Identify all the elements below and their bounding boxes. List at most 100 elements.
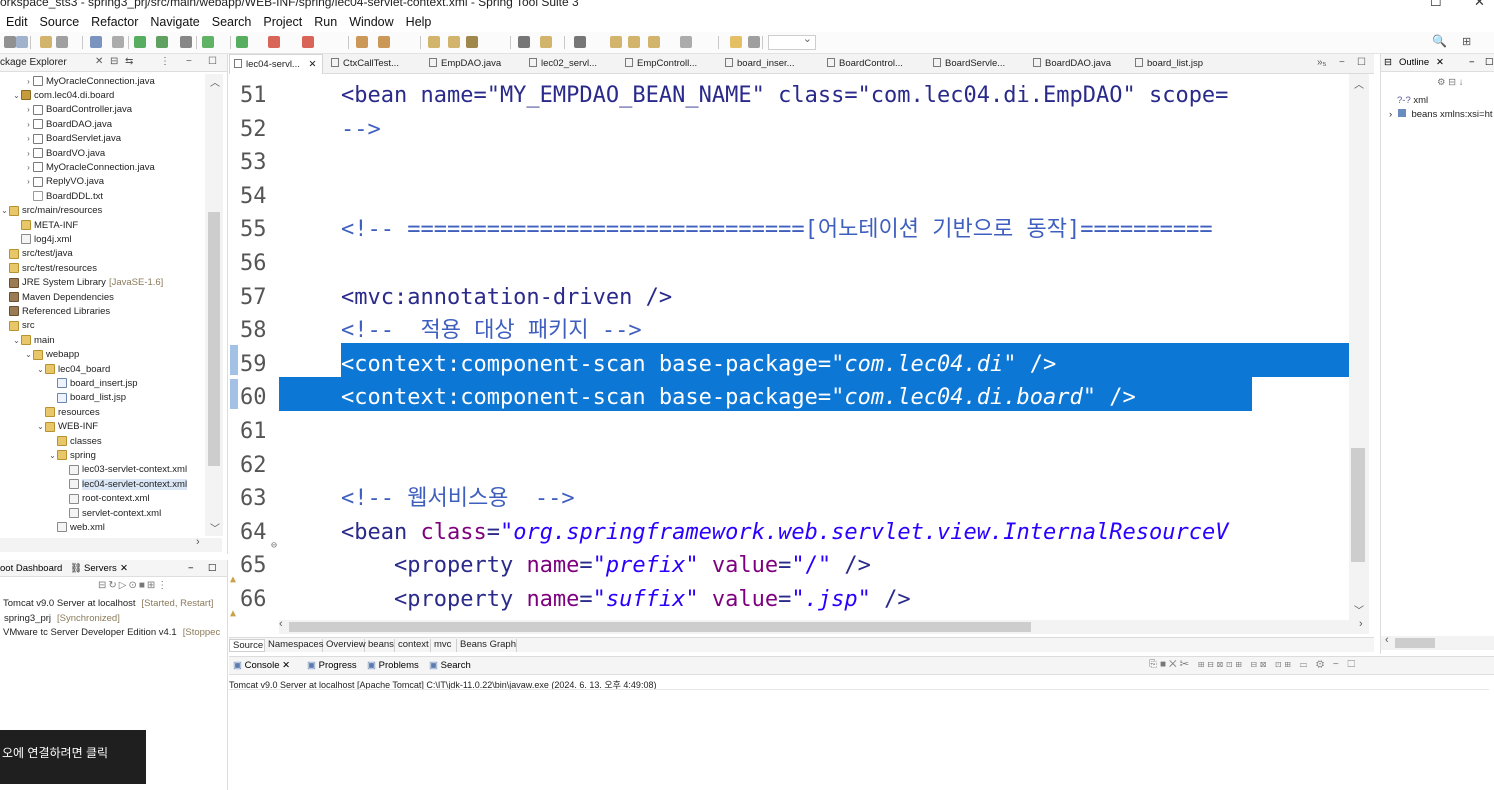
edit-icon[interactable] <box>574 36 586 48</box>
tree-item[interactable]: ⌄ webapp <box>24 348 79 362</box>
package-explorer-vertical-scrollbar[interactable]: ︿ ﹀ <box>205 74 223 536</box>
chevron-down-icon[interactable]: ⌄ <box>48 451 57 460</box>
chevron-down-icon[interactable]: ⌄ <box>36 365 45 374</box>
maximize-view-icon[interactable]: ☐ <box>1357 57 1366 68</box>
tree-item[interactable]: root-context.xml <box>60 492 150 506</box>
editor-tab[interactable]: BoardControl... <box>823 54 919 74</box>
tree-item[interactable]: BoardDDL.txt <box>24 189 103 203</box>
editor-tab[interactable]: lec04-servl... ✕ <box>229 54 323 74</box>
code-line[interactable]: <!-- 웹서비스용 --> <box>341 482 575 516</box>
folder-icon[interactable] <box>40 36 52 48</box>
tab-search[interactable]: ▣ Search <box>429 660 471 671</box>
code-line[interactable]: --> <box>341 113 381 147</box>
editor-tab[interactable]: EmpControll... <box>621 54 717 74</box>
tree-item[interactable]: ⌄ spring <box>48 448 96 462</box>
tab-boot-dashboard[interactable]: oot Dashboard <box>0 563 62 574</box>
tab-problems[interactable]: ▣ Problems <box>367 660 419 671</box>
tree-item[interactable]: log4j.xml <box>12 232 72 246</box>
tree-item[interactable]: ⌄ src/main/resources <box>0 204 102 218</box>
tree-item[interactable]: › MyOracleConnection.java <box>24 74 155 88</box>
menu-run[interactable]: Run <box>314 15 337 29</box>
pin-icon[interactable] <box>730 36 742 48</box>
close-view-icon[interactable]: ✕ <box>279 660 290 671</box>
tab-outline[interactable]: Outline <box>1399 57 1429 68</box>
editor-page-tab[interactable]: Namespaces <box>265 639 323 652</box>
tree-item[interactable]: META-INF <box>12 218 78 232</box>
editor-tab[interactable]: BoardDAO.java <box>1029 54 1125 74</box>
scroll-right-icon[interactable]: › <box>196 536 200 548</box>
nav-back-icon[interactable] <box>648 36 660 48</box>
toggle-icon[interactable] <box>112 36 124 48</box>
tab-console[interactable]: ▣ Console ✕ <box>233 660 290 671</box>
back-icon[interactable] <box>610 36 622 48</box>
tree-item[interactable]: › BoardDAO.java <box>24 117 112 131</box>
editor-page-tab[interactable]: mvc <box>431 639 457 652</box>
scroll-up-icon[interactable]: ︿ <box>210 74 220 89</box>
menu-window[interactable]: Window <box>349 15 393 29</box>
chevron-down-icon[interactable]: ⌄ <box>36 422 45 431</box>
menu-project[interactable]: Project <box>263 15 302 29</box>
outline-item-beans[interactable]: › beans xmlns:xsi=ht <box>1389 109 1493 120</box>
scroll-up-icon[interactable]: ︿ <box>1354 76 1364 91</box>
chevron-right-icon[interactable]: › <box>24 149 33 158</box>
open-type-icon[interactable] <box>428 36 440 48</box>
outline-horizontal-scrollbar[interactable]: ‹ <box>1381 634 1494 650</box>
tree-item[interactable]: ⌄ com.lec04.di.board <box>12 88 114 102</box>
editor-tab[interactable]: BoardServle... <box>929 54 1025 74</box>
next-icon[interactable] <box>540 36 552 48</box>
tree-item[interactable]: ⌄ main <box>12 333 54 347</box>
editor-page-tab[interactable]: beans <box>365 639 395 652</box>
editor-page-tab[interactable]: Source <box>229 639 265 652</box>
tool-icon[interactable] <box>180 36 192 48</box>
grid-icon[interactable] <box>748 36 760 48</box>
editor-page-tab[interactable]: Overview <box>323 639 366 652</box>
nav-forward-icon[interactable] <box>680 36 692 48</box>
tree-item[interactable]: › ReplyVO.java <box>24 175 104 189</box>
scroll-right-icon[interactable]: › <box>1359 618 1363 630</box>
editor-tab[interactable]: lec02_servl... <box>525 54 621 74</box>
close-view-icon[interactable]: ✕ <box>1436 57 1444 68</box>
chevron-down-icon[interactable]: ⌄ <box>12 91 21 100</box>
code-line[interactable]: <bean name="MY_EMPDAO_BEAN_NAME" class="… <box>341 79 1228 113</box>
tree-item[interactable]: src/test/resources <box>0 261 97 275</box>
chevron-right-icon[interactable]: › <box>24 120 33 129</box>
run-icon[interactable] <box>236 36 248 48</box>
tree-item[interactable]: classes <box>48 434 102 448</box>
maximize-icon[interactable]: ☐ <box>1430 0 1442 10</box>
minimize-icon[interactable]: − <box>188 563 194 574</box>
code-line[interactable]: <context:component-scan base-package="co… <box>341 348 1056 382</box>
code-line[interactable]: <property name="suffix" value=".jsp" /> <box>341 583 911 617</box>
chevron-right-icon[interactable]: › <box>24 163 33 172</box>
close-tab-icon[interactable]: ✕ <box>306 59 316 70</box>
tree-item[interactable]: lec04-servlet-context.xml <box>60 477 188 491</box>
code-line[interactable]: <property name="prefix" value="/" /> <box>341 549 871 583</box>
collapse-all-icon[interactable]: ⊟ <box>110 56 118 67</box>
maximize-view-icon[interactable]: ☐ <box>1485 57 1494 68</box>
editor-tab[interactable]: board_inser... <box>721 54 817 74</box>
tree-item[interactable]: › BoardVO.java <box>24 146 105 160</box>
tree-item[interactable]: board_list.jsp <box>48 391 126 405</box>
minimize-icon[interactable]: − <box>186 56 192 67</box>
save-icon[interactable] <box>16 36 28 48</box>
maximize-view-icon[interactable]: ☐ <box>208 563 217 574</box>
tree-item[interactable]: src <box>0 319 35 333</box>
server-row[interactable]: Tomcat v9.0 Server at localhost [Started,… <box>3 598 213 609</box>
open-task-icon[interactable] <box>448 36 460 48</box>
overflow-tabs[interactable]: »₅ <box>1317 57 1327 68</box>
close-view-icon[interactable]: ✕ <box>120 563 128 574</box>
menu-refactor[interactable]: Refactor <box>91 15 138 29</box>
close-icon[interactable]: ✕ <box>1474 0 1485 10</box>
link-editor-icon[interactable]: ⇆ <box>125 56 133 67</box>
editor-tab[interactable]: EmpDAO.java <box>425 54 521 74</box>
code-area[interactable]: ⊖ ▲ ▲ 51 <bean name="MY_EMPDAO_BEAN_NAME"… <box>229 74 1349 624</box>
tree-item[interactable]: ⌄ WEB-INF <box>36 420 98 434</box>
scroll-thumb[interactable] <box>1395 638 1435 648</box>
server-row[interactable]: spring3_prj [Synchronized] <box>4 613 120 624</box>
scroll-left-icon[interactable]: ‹ <box>1385 634 1389 646</box>
tree-item[interactable]: board_insert.jsp <box>48 376 138 390</box>
tree-item[interactable]: src/test/java <box>0 247 73 261</box>
editor-vertical-scrollbar[interactable]: ︿ ﹀ <box>1349 74 1369 624</box>
outline-item-xml[interactable]: ?-? xml <box>1397 95 1428 106</box>
minimize-icon[interactable]: − <box>1469 57 1475 68</box>
scroll-thumb[interactable] <box>289 622 1031 632</box>
